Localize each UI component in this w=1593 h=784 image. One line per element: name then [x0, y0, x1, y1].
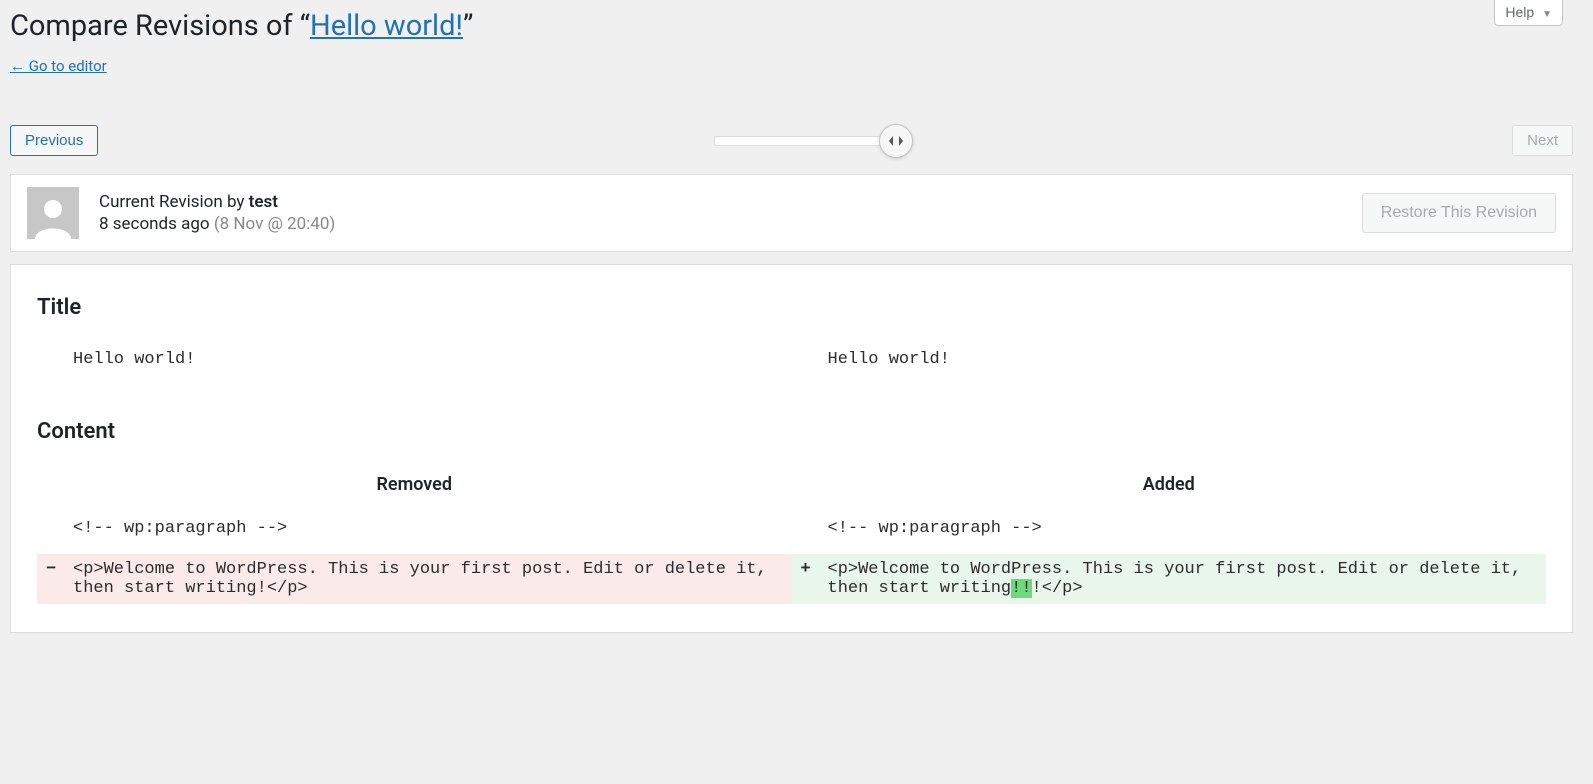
dropdown-triangle-icon: ▼ — [1542, 9, 1552, 20]
author-name: test — [249, 192, 278, 212]
post-title-link[interactable]: Hello world! — [310, 9, 463, 43]
restore-revision-button: Restore This Revision — [1362, 193, 1556, 233]
title-left: Hello world! — [65, 344, 792, 375]
next-revision-button: Next — [1512, 125, 1573, 156]
diff-marker — [37, 513, 65, 544]
help-label: Help — [1505, 4, 1534, 20]
diff-marker — [37, 344, 65, 375]
time-ago: 8 seconds ago — [99, 214, 210, 234]
slider-track[interactable] — [714, 136, 896, 146]
help-tab-button[interactable]: Help ▼ — [1494, 0, 1563, 26]
previous-revision-button[interactable]: Previous — [10, 125, 98, 156]
slider-arrows-icon — [888, 134, 904, 148]
avatar-placeholder-icon — [29, 191, 77, 239]
added-prefix: <p>Welcome to WordPress. This is your fi… — [828, 560, 1522, 598]
revision-byline: Current Revision by test — [99, 192, 335, 212]
author-avatar — [27, 187, 79, 239]
byline-prefix: Current Revision by — [99, 192, 249, 212]
revision-meta-card: Current Revision by test 8 seconds ago (… — [10, 174, 1573, 252]
diff-marker — [792, 513, 820, 544]
content-diff-table: <!-- wp:paragraph --> <!-- wp:paragraph … — [37, 513, 1546, 604]
content-removed-line: <p>Welcome to WordPress. This is your fi… — [65, 554, 792, 604]
diff-panel: Title Hello world! Hello world! Content … — [10, 264, 1573, 633]
title-diff-table: Hello world! Hello world! — [37, 344, 1546, 375]
content-context-left: <!-- wp:paragraph --> — [65, 513, 792, 544]
back-to-editor-link[interactable]: ← Go to editor — [10, 57, 107, 75]
added-insertion: !! — [1011, 579, 1031, 598]
timestamp-detail: (8 Nov @ 20:40) — [214, 214, 335, 234]
added-suffix: !</p> — [1032, 579, 1083, 598]
removed-marker: − — [37, 554, 65, 604]
page-title: Compare Revisions of “Hello world!” — [10, 9, 473, 43]
content-context-right: <!-- wp:paragraph --> — [820, 513, 1547, 544]
section-heading-title: Title — [37, 295, 1546, 320]
added-column-header: Added — [792, 468, 1547, 513]
slider-handle[interactable] — [879, 124, 913, 158]
revision-slider[interactable] — [98, 136, 1512, 146]
content-added-line: <p>Welcome to WordPress. This is your fi… — [820, 554, 1547, 604]
diff-marker — [792, 344, 820, 375]
page-title-suffix: ” — [463, 9, 473, 43]
section-heading-content: Content — [37, 419, 1546, 444]
page-title-prefix: Compare Revisions of “ — [10, 9, 310, 43]
title-right: Hello world! — [820, 344, 1547, 375]
added-marker: + — [792, 554, 820, 604]
removed-column-header: Removed — [37, 468, 792, 513]
revision-timestamp: 8 seconds ago (8 Nov @ 20:40) — [99, 214, 335, 234]
